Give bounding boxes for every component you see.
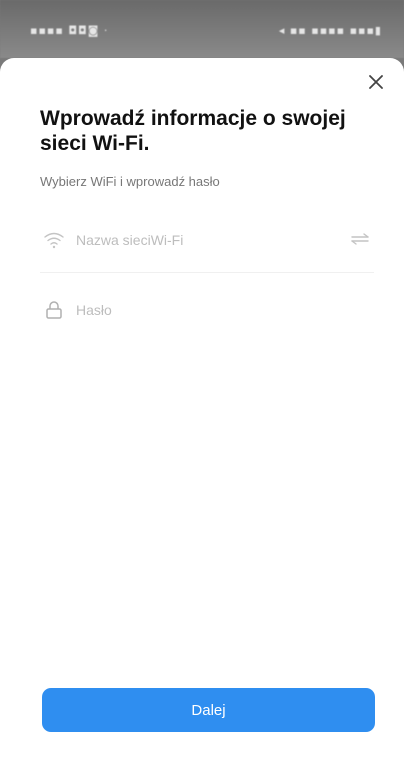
password-input[interactable] bbox=[76, 302, 374, 318]
wifi-field-divider bbox=[40, 272, 374, 273]
status-bar: ▪▪▪▪ ◘◘◙ · ◂ ▪▪ ▪▪▪▪ ▪▪▪▮ bbox=[0, 0, 404, 58]
next-button[interactable]: Dalej bbox=[42, 688, 375, 732]
wifi-list-button[interactable] bbox=[346, 228, 374, 252]
wifi-setup-sheet: Wprowadź informacje o swojej sieci Wi-Fi… bbox=[0, 58, 404, 782]
wifi-list-icon bbox=[351, 233, 369, 245]
lock-icon bbox=[40, 298, 68, 322]
wifi-name-input[interactable] bbox=[76, 232, 346, 248]
close-button[interactable] bbox=[362, 68, 390, 96]
status-bar-left: ▪▪▪▪ ◘◘◙ · bbox=[30, 24, 109, 37]
password-field bbox=[40, 290, 374, 330]
status-bar-right: ◂ ▪▪ ▪▪▪▪ ▪▪▪▮ bbox=[278, 24, 382, 37]
page-title: Wprowadź informacje o swojej sieci Wi-Fi… bbox=[40, 107, 346, 155]
wifi-name-field bbox=[40, 220, 374, 260]
close-icon bbox=[369, 75, 383, 89]
page-subtitle: Wybierz WiFi i wprowadź hasło bbox=[40, 174, 220, 189]
wifi-icon bbox=[40, 228, 68, 252]
